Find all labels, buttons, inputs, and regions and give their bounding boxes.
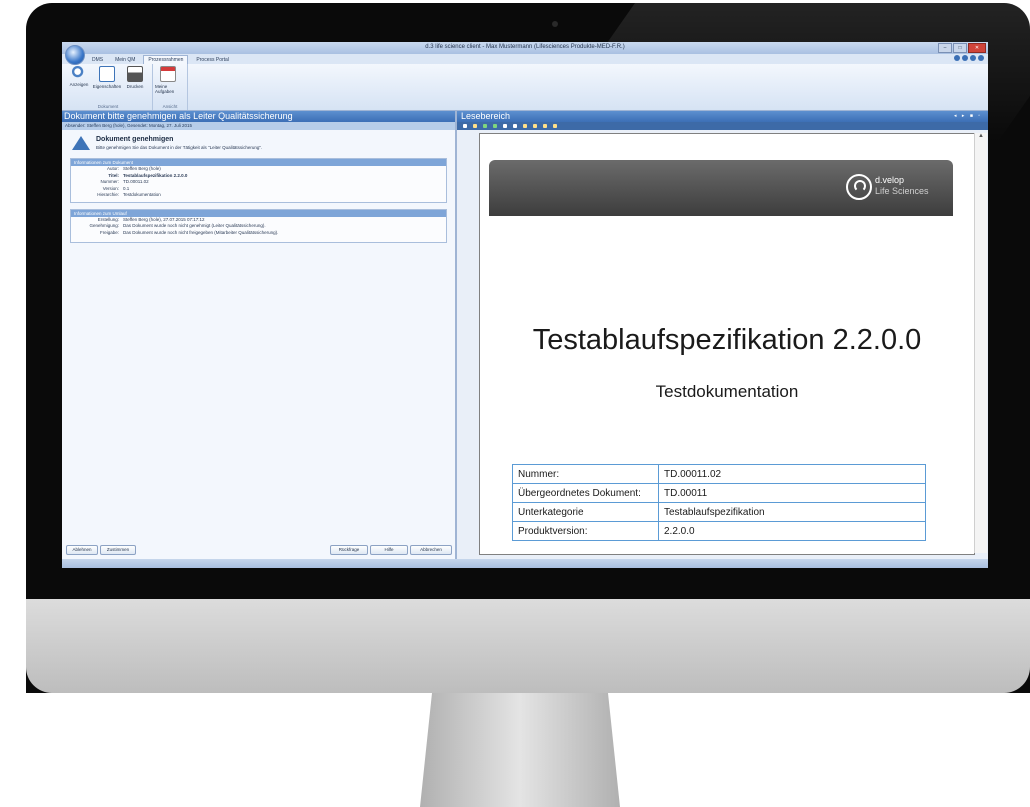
tasks-icon <box>160 66 176 82</box>
app-orb-button[interactable] <box>65 45 85 65</box>
zoom-in-icon[interactable] <box>523 124 527 128</box>
task-pane: Dokument bitte genehmigen als Leiter Qua… <box>62 111 457 559</box>
monitor-stand <box>420 693 620 807</box>
logo-sub: Life Sciences <box>875 186 929 196</box>
back-icon[interactable] <box>954 55 960 61</box>
status-bar <box>62 559 988 568</box>
window-controls: – □ ✕ <box>938 43 986 53</box>
viewer-toolbar <box>457 122 988 130</box>
forward-icon[interactable] <box>962 55 968 61</box>
save-icon[interactable] <box>463 124 467 128</box>
tab-dms[interactable]: DMS <box>88 56 107 64</box>
rotate-left-icon[interactable] <box>543 124 547 128</box>
approve-button[interactable]: Zustimmen <box>100 545 136 555</box>
table-row: Übergeordnetes Dokument: TD.00011 <box>512 483 926 503</box>
prev-page-icon[interactable] <box>483 124 487 128</box>
camera-dot <box>552 21 558 27</box>
close-button[interactable]: ✕ <box>968 43 986 53</box>
tab-process-portal[interactable]: Process Portal <box>192 56 233 64</box>
tab-mein-qm[interactable]: Mein QM <box>111 56 139 64</box>
reading-pane: Lesebereich ◂ ▸ ■ ▫ d.velop Life Science… <box>457 111 988 559</box>
section-head: Informationen zum Dokument <box>71 159 446 166</box>
ribbon-help-icons <box>954 55 984 61</box>
ribbon-group-ansicht: Meine Aufgaben Ansicht <box>153 64 188 110</box>
refresh-icon[interactable] <box>970 55 976 61</box>
help-icon[interactable] <box>978 55 984 61</box>
document-title: Testablaufspezifikation 2.2.0.0 <box>532 324 922 356</box>
next-page-icon[interactable] <box>493 124 497 128</box>
window-title: d.3 life science client - Max Mustermann… <box>425 44 625 50</box>
document-page: d.velop Life Sciences Testablaufspezifik… <box>479 133 975 555</box>
printer-icon <box>127 66 143 82</box>
title-bar: d.3 life science client - Max Mustermann… <box>62 42 988 65</box>
section-head: Informationen zum Umlauf <box>71 209 446 217</box>
rotate-right-icon[interactable] <box>553 124 557 128</box>
ribbon-group-label: Ansicht <box>162 104 178 109</box>
query-button[interactable]: Rückfrage <box>330 545 368 555</box>
doc-info-section: Informationen zum Dokument Autor: Steffen… <box>70 158 447 203</box>
document-meta-table: Nummer: TD.00011.02 Übergeordnetes Dokume… <box>512 464 926 541</box>
reject-button[interactable]: Ablehnen <box>66 545 98 555</box>
last-page-icon[interactable] <box>513 124 517 128</box>
document-subtitle: Testdokumentation <box>655 382 799 401</box>
approve-block: Dokument genehmigen Bitte genehmigen Sie… <box>62 130 455 152</box>
info-row: Freigabe: Das Dokument wurde noch nicht f… <box>99 229 279 235</box>
tab-prozessrahmen[interactable]: Prozessrahmen <box>143 55 189 64</box>
warning-icon <box>72 136 90 150</box>
task-buttons: Ablehnen Zustimmen Rückfrage Hilfe Abbre… <box>62 545 455 555</box>
help-button[interactable]: Hilfe <box>370 545 408 555</box>
ribbon-tabs: DMS Mein QM Prozessrahmen Process Portal <box>62 54 988 64</box>
maximize-button[interactable]: □ <box>953 43 967 53</box>
ribbon: Anzeigen Eigenschaften Drucken Dokument … <box>62 64 988 111</box>
document-banner: d.velop Life Sciences <box>489 160 953 216</box>
table-row: Unterkategorie Testablaufspezifikation <box>512 502 926 522</box>
zoom-out-icon[interactable] <box>533 124 537 128</box>
task-header: Dokument bitte genehmigen als Leiter Qua… <box>62 111 455 122</box>
info-row: Hierarchie: Testdokumentation <box>97 192 161 197</box>
print-icon[interactable] <box>473 124 477 128</box>
table-row: Nummer: TD.00011.02 <box>512 464 926 484</box>
sender-line: Absender: Steffen Berg (hole), Gesendet:… <box>62 122 455 130</box>
approve-title: Dokument genehmigen <box>96 136 174 143</box>
first-page-icon[interactable] <box>503 124 507 128</box>
reading-pane-title: Lesebereich <box>461 111 511 121</box>
pane-nav-icons[interactable]: ◂ ▸ ■ ▫ <box>954 111 982 122</box>
dvelop-logo-icon <box>846 174 872 200</box>
ribbon-group-dokument: Anzeigen Eigenschaften Drucken Dokument <box>64 64 153 110</box>
logo-name: d.velop <box>875 175 905 185</box>
app-window: d.3 life science client - Max Mustermann… <box>62 42 988 568</box>
approve-text: Bitte genehmigen Sie das Dokument in der… <box>96 145 263 150</box>
cancel-button[interactable]: Abbrechen <box>410 545 452 555</box>
table-row: Produktversion: 2.2.0.0 <box>512 521 926 541</box>
document-scrollbar[interactable]: ▲ <box>974 133 987 553</box>
minimize-button[interactable]: – <box>938 43 952 53</box>
monitor-chin <box>26 599 1030 693</box>
properties-icon <box>99 66 115 82</box>
flow-info-section: Informationen zum Umlauf Erstellung: Stef… <box>70 208 447 243</box>
reading-pane-header: Lesebereich ◂ ▸ ■ ▫ <box>457 111 988 122</box>
ribbon-group-label: Dokument <box>97 104 119 109</box>
magnifier-icon <box>72 66 86 80</box>
